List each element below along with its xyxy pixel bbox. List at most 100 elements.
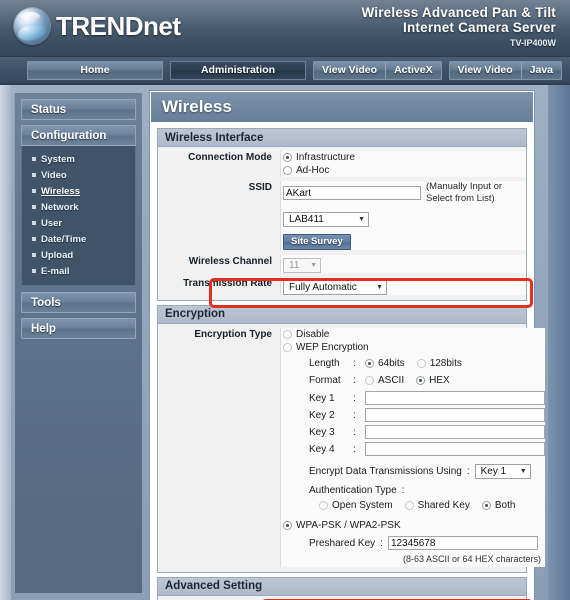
content-panel: Wireless Wireless Interface Connection M… — [150, 91, 545, 600]
key-1-input[interactable] — [365, 391, 545, 405]
transmission-rate-select[interactable]: Fully Automatic ▼ — [283, 279, 387, 295]
label-key-3: Key 3 — [309, 426, 335, 438]
ssid-list-select[interactable]: LAB411 ▼ — [283, 212, 369, 227]
site-survey-button[interactable]: Site Survey — [283, 233, 351, 250]
label-encryption-type: Encryption Type — [194, 328, 272, 340]
sidebar-subitem-datetime[interactable]: Date/Time — [22, 231, 135, 247]
label-ssid: SSID — [248, 182, 272, 193]
radio-label: Ad-Hoc — [296, 165, 330, 176]
label-preshared-key: Preshared Key — [309, 537, 376, 549]
sidebar-subitem-wireless[interactable]: Wireless — [22, 183, 135, 199]
key-3-input[interactable] — [365, 425, 545, 439]
sidebar-subitem-email[interactable]: E-mail — [22, 263, 135, 279]
sidebar-subitem-upload[interactable]: Upload — [22, 247, 135, 263]
label-auth-type: Authentication Type — [309, 484, 397, 496]
nav-group-activex: View Video ActiveX — [313, 60, 442, 80]
bullet-icon — [32, 189, 36, 193]
sidebar-item-tools[interactable]: Tools — [21, 292, 136, 313]
field-connection-mode: Infrastructure Ad-Hoc — [280, 151, 526, 177]
page-body: Status Configuration System Video Wirele… — [0, 85, 570, 600]
bullet-icon — [32, 237, 36, 241]
radio-label: Disable — [296, 328, 330, 340]
sidebar-subitem-label: Date/Time — [41, 233, 87, 245]
field-encryption-type: Disable WEP Encryption Length : 64bits 1… — [280, 327, 545, 567]
ssid-hint: (Manually Input or Select from List) — [426, 181, 503, 204]
bullet-icon — [32, 205, 36, 209]
transmission-rate-value: Fully Automatic — [289, 281, 357, 293]
radio-infrastructure[interactable]: Infrastructure — [283, 151, 526, 164]
sidebar-item-configuration[interactable]: Configuration — [21, 125, 136, 146]
radio-wpa-psk[interactable]: WPA-PSK / WPA2-PSK — [283, 519, 545, 532]
bullet-icon — [32, 269, 36, 273]
sidebar-subitem-video[interactable]: Video — [22, 167, 135, 183]
brand-logo[interactable]: TRENDnet — [14, 8, 181, 44]
radio-disable[interactable]: Disable — [283, 328, 545, 341]
radio-icon[interactable] — [283, 342, 292, 352]
radio-wep-encryption[interactable]: WEP Encryption — [283, 341, 545, 354]
radio-icon[interactable] — [365, 358, 374, 368]
sidebar-item-status[interactable]: Status — [21, 99, 136, 120]
bullet-icon — [32, 253, 36, 257]
sidebar-subitem-network[interactable]: Network — [22, 199, 135, 215]
radio-icon[interactable] — [416, 358, 426, 368]
label-transmission-rate: Transmission Rate — [183, 277, 272, 289]
product-title-line1: Wireless Advanced Pan & Tilt — [361, 5, 556, 20]
nav-view-video-activex[interactable]: View Video — [314, 62, 385, 79]
radio-label-64bits: 64bits — [378, 357, 405, 369]
encrypt-using-select[interactable]: Key 1 ▼ — [474, 463, 531, 479]
row-transmission-rate: Transmission Rate Fully Automatic ▼ — [158, 276, 526, 296]
section-title-advanced-setting: Advanced Setting — [158, 577, 526, 596]
row-key-4: Key 4 : — [283, 441, 545, 458]
radio-icon[interactable] — [283, 166, 292, 175]
radio-icon[interactable] — [283, 329, 292, 339]
sidebar-subitem-user[interactable]: User — [22, 215, 135, 231]
ssid-input[interactable] — [283, 186, 421, 200]
row-key-3: Key 3 : — [283, 424, 545, 441]
radio-icon[interactable] — [365, 375, 374, 385]
nav-administration[interactable]: Administration — [170, 60, 306, 80]
label-key-2: Key 2 — [309, 409, 335, 421]
radio-label-wpa-psk: WPA-PSK / WPA2-PSK — [296, 519, 401, 531]
key-4-input[interactable] — [365, 442, 545, 456]
section-title-encryption: Encryption — [158, 305, 526, 324]
row-auth-options: Open System Shared Key Both — [283, 499, 545, 512]
row-encrypt-using: Encrypt Data Transmissions Using : Key 1… — [283, 463, 545, 480]
sidebar-subitem-label: Wireless — [41, 185, 80, 197]
nav-home[interactable]: Home — [27, 60, 163, 80]
radio-label: WEP Encryption — [296, 341, 369, 353]
nav-activex[interactable]: ActiveX — [385, 61, 441, 79]
nav-java[interactable]: Java — [520, 61, 561, 79]
sidebar-item-help[interactable]: Help — [21, 318, 136, 339]
field-wireless-channel: 11 ▼ — [280, 254, 526, 273]
preshared-key-input[interactable] — [387, 536, 538, 550]
bullet-icon — [32, 221, 36, 225]
sidebar-subitem-label: Upload — [41, 249, 74, 261]
radio-icon[interactable] — [404, 500, 414, 510]
nav-view-video-java[interactable]: View Video — [450, 62, 521, 79]
colon: : — [353, 357, 356, 369]
row-wireless-channel: Wireless Channel 11 ▼ — [158, 254, 526, 274]
section-advanced-setting: Advanced Setting Beacon Interval — [157, 576, 527, 600]
section-encryption: Encryption Encryption Type Disable WEP E… — [157, 304, 545, 573]
radio-label-open-system: Open System — [332, 499, 393, 511]
label-wireless-channel: Wireless Channel — [188, 255, 272, 267]
browser-page: TRENDnet Wireless Advanced Pan & Tilt In… — [0, 0, 570, 600]
field-ssid: (Manually Input or Select from List) LAB… — [280, 181, 526, 250]
radio-ad-hoc[interactable]: Ad-Hoc — [283, 164, 526, 177]
colon: : — [353, 409, 356, 421]
section-title-wireless-interface: Wireless Interface — [158, 129, 526, 147]
row-ssid: SSID (Manually Input or Select from List… — [158, 180, 526, 251]
radio-icon[interactable] — [481, 500, 491, 510]
row-key-2: Key 2 : — [283, 407, 545, 424]
wireless-channel-select[interactable]: 11 ▼ — [283, 257, 321, 273]
sidebar-submenu-configuration: System Video Wireless Network User Date/… — [21, 146, 136, 286]
key-2-input[interactable] — [365, 408, 545, 422]
radio-icon[interactable] — [319, 500, 328, 510]
radio-icon[interactable] — [283, 520, 292, 530]
sidebar-subitem-label: Network — [41, 201, 79, 213]
radio-icon[interactable] — [283, 153, 292, 162]
colon: : — [353, 392, 356, 404]
row-wep-format: Format : ASCII HEX — [283, 374, 545, 387]
radio-icon[interactable] — [416, 375, 426, 385]
sidebar-subitem-system[interactable]: System — [22, 151, 135, 167]
